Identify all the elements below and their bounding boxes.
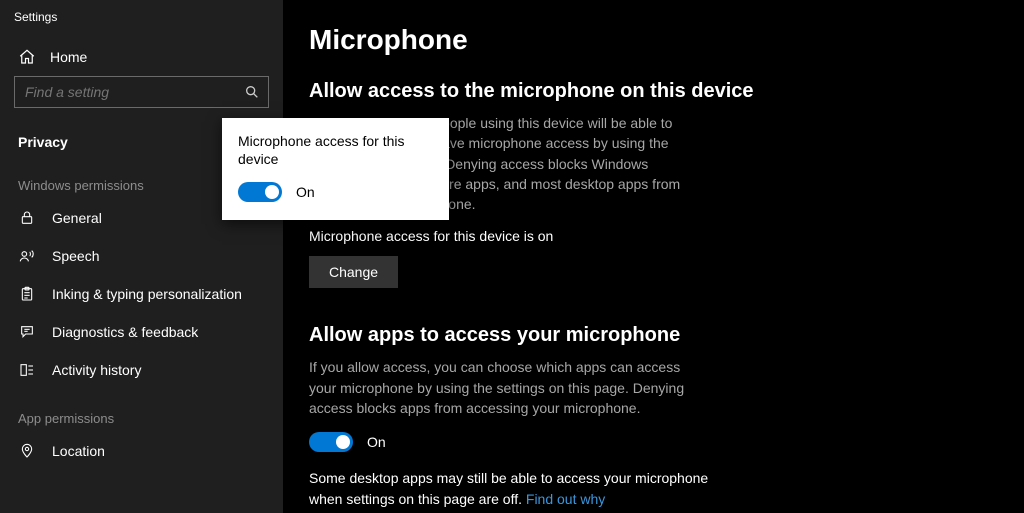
sidebar-item-label: Location: [52, 443, 105, 459]
section-desc-apps-access: If you allow access, you can choose whic…: [309, 357, 689, 418]
speech-icon: [18, 247, 36, 265]
sidebar-item-location[interactable]: Location: [0, 432, 283, 470]
desktop-apps-note: Some desktop apps may still be able to a…: [309, 468, 709, 509]
change-popup: Microphone access for this device On: [222, 118, 449, 220]
sidebar-item-inking[interactable]: Inking & typing personalization: [0, 275, 283, 313]
sidebar-item-label: Diagnostics & feedback: [52, 324, 198, 340]
settings-window: Settings Home Privacy Windows permission…: [0, 0, 1024, 513]
section-heading-apps-access: Allow apps to access your microphone: [309, 324, 998, 347]
location-icon: [18, 442, 36, 460]
apps-access-toggle[interactable]: [309, 432, 353, 452]
page-title: Microphone: [309, 24, 998, 56]
search-icon: [244, 84, 260, 100]
change-button[interactable]: Change: [309, 256, 398, 288]
search-container: [0, 76, 283, 122]
popup-toggle-row: On: [238, 182, 433, 202]
search-box[interactable]: [14, 76, 269, 108]
sidebar-item-speech[interactable]: Speech: [0, 237, 283, 275]
sidebar-group-app-permissions: App permissions: [0, 389, 283, 432]
popup-toggle[interactable]: [238, 182, 282, 202]
nav-home[interactable]: Home: [0, 38, 283, 76]
sidebar-item-label: Inking & typing personalization: [52, 286, 242, 302]
clipboard-icon: [18, 285, 36, 303]
sidebar-item-label: General: [52, 210, 102, 226]
apps-access-toggle-row: On: [309, 432, 998, 452]
section-heading-device-access: Allow access to the microphone on this d…: [309, 80, 998, 103]
history-icon: [18, 361, 36, 379]
sidebar-item-label: Speech: [52, 248, 99, 264]
home-icon: [18, 48, 36, 66]
sidebar-item-diagnostics[interactable]: Diagnostics & feedback: [0, 313, 283, 351]
nav-home-label: Home: [50, 49, 87, 65]
lock-icon: [18, 209, 36, 227]
app-title: Settings: [0, 0, 283, 38]
find-out-why-link[interactable]: Find out why: [526, 491, 605, 507]
device-access-status: Microphone access for this device is on: [309, 228, 998, 244]
sidebar-item-activity-history[interactable]: Activity history: [0, 351, 283, 389]
search-input[interactable]: [25, 84, 244, 100]
main-content: Microphone Allow access to the microphon…: [283, 0, 1024, 513]
sidebar-item-label: Activity history: [52, 362, 141, 378]
sidebar: Settings Home Privacy Windows permission…: [0, 0, 283, 513]
feedback-icon: [18, 323, 36, 341]
popup-title: Microphone access for this device: [238, 132, 433, 168]
desktop-apps-note-text: Some desktop apps may still be able to a…: [309, 470, 708, 506]
popup-toggle-label: On: [296, 184, 315, 200]
apps-access-toggle-label: On: [367, 434, 386, 450]
